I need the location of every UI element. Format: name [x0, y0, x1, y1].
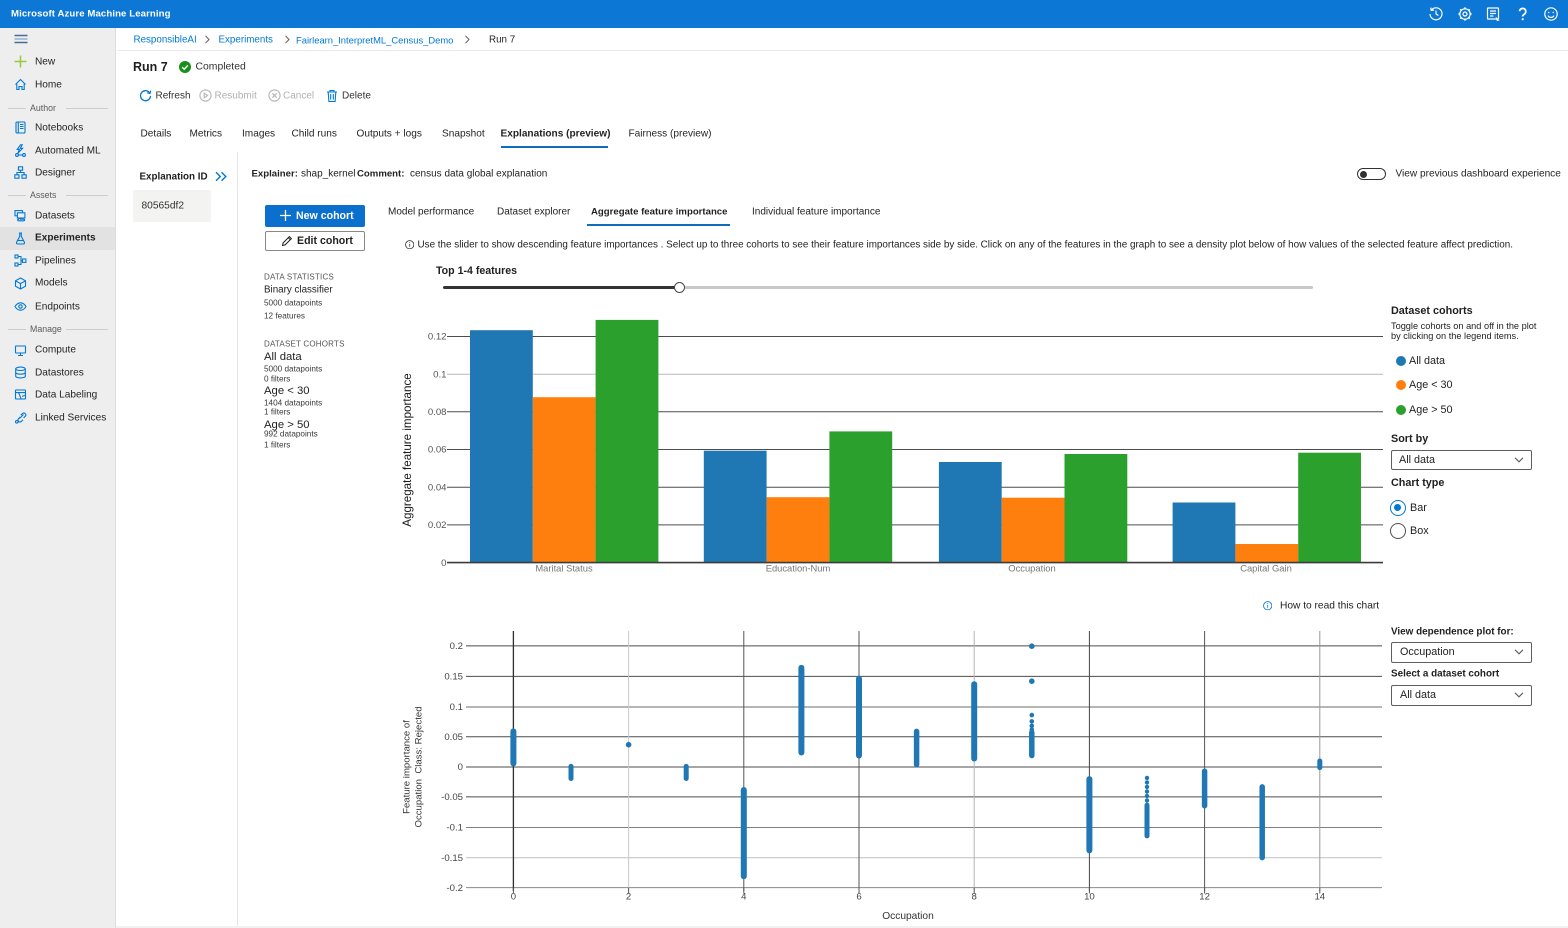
svg-text:-0.05: -0.05	[441, 792, 463, 803]
svg-text:0.1: 0.1	[433, 369, 446, 380]
svg-text:0.12: 0.12	[428, 332, 447, 343]
svg-text:0: 0	[458, 762, 463, 773]
svg-text:8: 8	[972, 892, 977, 903]
svg-text:Feature importance of: Feature importance of	[402, 720, 413, 814]
svg-text:0.06: 0.06	[428, 445, 447, 456]
svg-text:10: 10	[1084, 892, 1095, 903]
svg-text:14: 14	[1314, 892, 1325, 903]
svg-text:0.08: 0.08	[428, 407, 447, 418]
svg-text:0: 0	[441, 558, 446, 569]
svg-text:Marital Status: Marital Status	[535, 563, 593, 574]
svg-text:0: 0	[511, 892, 516, 903]
svg-text:4: 4	[741, 892, 747, 903]
svg-text:0.1: 0.1	[450, 702, 463, 713]
svg-text:Occupation Class: Rejected: Occupation Class: Rejected	[414, 706, 425, 827]
svg-text:Occupation: Occupation	[1008, 563, 1055, 574]
svg-text:-0.1: -0.1	[446, 823, 463, 834]
svg-text:Aggregate feature importance: Aggregate feature importance	[401, 373, 414, 526]
svg-text:-0.2: -0.2	[446, 883, 463, 894]
svg-text:2: 2	[626, 892, 631, 903]
svg-text:6: 6	[856, 892, 861, 903]
svg-text:0.15: 0.15	[444, 672, 463, 683]
svg-text:Occupation: Occupation	[882, 911, 934, 922]
svg-text:-0.15: -0.15	[441, 853, 463, 864]
svg-text:12: 12	[1199, 892, 1210, 903]
svg-text:Education-Num: Education-Num	[766, 563, 831, 574]
svg-text:0.02: 0.02	[428, 520, 447, 531]
svg-text:0.05: 0.05	[444, 732, 463, 743]
svg-text:0.04: 0.04	[428, 482, 447, 493]
svg-text:0.2: 0.2	[450, 641, 463, 652]
svg-text:Capital Gain: Capital Gain	[1240, 563, 1292, 574]
